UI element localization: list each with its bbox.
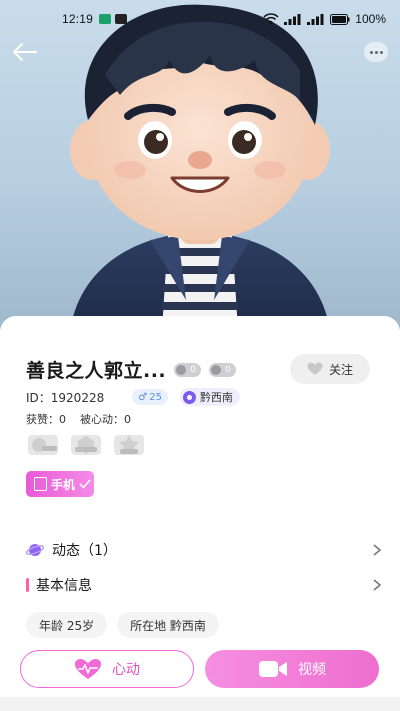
chevron-right-icon — [373, 544, 382, 556]
avatar-illustration — [70, 4, 330, 330]
home-indicator — [0, 697, 400, 711]
battery-level: 100% — [355, 12, 386, 26]
name-row: 善良之人郭立... 0 0 — [26, 356, 236, 383]
like-label: 心动 — [112, 662, 140, 678]
battery-icon — [330, 13, 350, 25]
section-accent-bar — [26, 578, 29, 592]
check-icon — [79, 479, 91, 489]
phone-icon — [34, 477, 47, 491]
more-options-icon[interactable] — [364, 42, 388, 62]
age-value: 25 — [149, 391, 162, 403]
medal-2-icon[interactable] — [69, 432, 103, 458]
charm-level-value: 0 — [224, 364, 231, 375]
likes-count: 获赞：0 — [26, 413, 66, 426]
notification-icons — [99, 14, 128, 24]
location-pin-icon — [182, 390, 196, 404]
back-arrow-icon[interactable] — [10, 40, 40, 64]
stats-row: 获赞：0 被心动：0 — [26, 411, 131, 427]
male-icon: ♂ — [138, 391, 148, 403]
basic-info-label: 基本信息 — [36, 578, 92, 594]
app-notification-icon — [99, 14, 112, 24]
medal-1-icon[interactable] — [26, 432, 60, 458]
signal-icon — [284, 13, 301, 25]
video-call-button[interactable]: 视频 — [205, 650, 379, 688]
basic-info-row[interactable]: 基本信息 — [26, 573, 382, 597]
profile-photo[interactable]: 12:19 100% — [0, 0, 400, 330]
heart-like-button[interactable]: 心动 — [20, 650, 194, 688]
heart-icon — [307, 362, 323, 375]
status-bar: 12:19 100% — [0, 0, 400, 38]
age-chip: 年龄 25岁 — [26, 612, 108, 638]
heart-level-icon — [210, 364, 221, 375]
gender-age-badge: ♂ 25 — [132, 389, 168, 405]
hearted-count: 被心动：0 — [80, 413, 131, 426]
status-right: 100% — [263, 12, 386, 26]
medal-list — [26, 432, 146, 458]
medal-3-icon[interactable] — [112, 432, 146, 458]
info-chips: 年龄 25岁 所在地 黔西南 — [26, 612, 219, 638]
location-chip: 所在地 黔西南 — [117, 612, 219, 638]
moments-label: 动态（1） — [52, 543, 117, 559]
location-badge: 黔西南 — [179, 388, 240, 406]
bottom-action-bar: 心动 视频 — [0, 650, 400, 694]
wealth-level-badge: 0 — [174, 362, 201, 377]
follow-label: 关注 — [328, 362, 353, 377]
video-camera-icon — [259, 661, 287, 677]
planet-icon — [26, 544, 44, 556]
phone-verified-badge: 手机 — [26, 471, 94, 497]
signal-2-icon — [307, 13, 324, 25]
crown-icon — [176, 364, 187, 375]
phone-badge-label: 手机 — [51, 477, 76, 492]
heartbeat-icon — [75, 659, 101, 679]
moments-row[interactable]: 动态（1） — [26, 538, 382, 562]
status-time: 12:19 — [62, 12, 94, 26]
wealth-level-value: 0 — [190, 364, 196, 375]
video-label: 视频 — [298, 662, 326, 678]
wifi-icon — [263, 13, 279, 25]
id-row: ID：1920228 ♂ 25 黔西南 — [26, 388, 240, 406]
chevron-right-icon — [373, 579, 382, 591]
video-notification-icon — [115, 14, 128, 24]
location-value: 黔西南 — [199, 391, 233, 404]
user-id: ID：1920228 — [26, 390, 105, 405]
profile-name: 善良之人郭立... — [26, 360, 167, 382]
follow-button[interactable]: 关注 — [290, 354, 370, 384]
charm-level-badge: 0 — [208, 362, 236, 377]
